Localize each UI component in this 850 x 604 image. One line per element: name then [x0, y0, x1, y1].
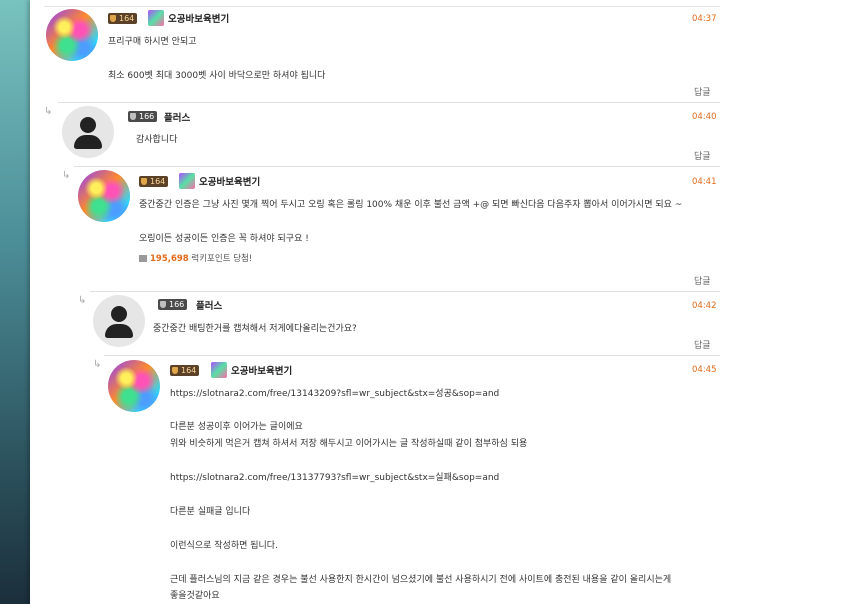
avatar[interactable] [93, 295, 145, 347]
mini-avatar-icon [179, 173, 195, 189]
comment-text-line: 다른분 성공이후 이어가는 글이에요 [170, 422, 303, 432]
author-name[interactable]: 오공바보육변기 [231, 363, 292, 377]
level-badge: 166 [158, 299, 188, 310]
reply-arrow-icon: ↳ [44, 106, 53, 117]
comment-text-line: 최소 600벳 최대 3000벳 사이 바닥으로만 하셔야 됩니다 [108, 71, 326, 81]
comment-text-line: 다른분 실패글 입니다 [170, 507, 251, 517]
level-badge: 166 [128, 111, 158, 122]
divider [58, 102, 720, 103]
timestamp: 04:45 [692, 365, 717, 375]
mini-avatar-icon [211, 362, 227, 378]
divider [90, 291, 720, 292]
user-silhouette-icon [74, 135, 102, 149]
author-name[interactable]: 플러스 [164, 110, 190, 124]
timestamp: 04:42 [692, 301, 717, 311]
author-name[interactable]: 플러스 [196, 298, 222, 312]
divider [44, 6, 720, 7]
comment-text-line: 중간중간 배팅한거를 캡쳐해서 저게에다올리는건가요? [153, 324, 357, 334]
reply-button[interactable]: 답글 [694, 274, 711, 287]
comment-text-line: 위와 비슷하게 먹은거 캡쳐 하셔서 저장 해두시고 이어가시는 글 작성하실때… [170, 439, 528, 449]
avatar[interactable] [62, 106, 114, 158]
comment-panel [30, 0, 850, 604]
level-badge: 164 [108, 13, 138, 24]
avatar[interactable] [108, 360, 160, 412]
comment-text-line: 이런식으로 작성하면 됩니다. [170, 541, 278, 551]
user-silhouette-icon [105, 324, 133, 338]
user-silhouette-icon [111, 306, 127, 322]
comment-link[interactable]: https://slotnara2.com/free/13137793?sfl=… [170, 470, 499, 483]
points-label: 럭키포인트 당첨! [191, 254, 253, 264]
user-silhouette-icon [80, 117, 96, 133]
timestamp: 04:40 [692, 112, 717, 122]
author-name[interactable]: 오공바보육변기 [168, 11, 229, 25]
comment-text-line: 오링이든 성공이든 인증은 꼭 하셔야 되구요 ! [139, 234, 309, 244]
author-name[interactable]: 오공바보육변기 [199, 174, 260, 188]
divider [74, 166, 720, 167]
comment-link[interactable]: https://slotnara2.com/free/13143209?sfl=… [170, 386, 499, 399]
reply-button[interactable]: 답글 [694, 85, 711, 98]
reply-arrow-icon: ↳ [62, 170, 71, 181]
level-badge: 164 [170, 365, 200, 376]
mini-avatar-icon [148, 10, 164, 26]
reply-arrow-icon: ↳ [78, 295, 87, 306]
level-badge: 164 [139, 176, 169, 187]
comment-text-line: 좋을것같아요 [170, 591, 220, 601]
reply-button[interactable]: 답글 [694, 338, 711, 351]
timestamp: 04:37 [692, 14, 717, 24]
comment-text-line: 감사합니다 [136, 135, 178, 145]
reply-arrow-icon: ↳ [93, 359, 102, 370]
avatar[interactable] [78, 170, 130, 222]
background-strip [0, 0, 30, 604]
comment-text-line: 중간중간 인증은 그냥 사진 몇개 찍어 두시고 오링 혹은 롤링 100% 채… [139, 200, 683, 210]
points-value: 195,698 [150, 254, 189, 264]
avatar[interactable] [46, 9, 98, 61]
comment-text-line: 근데 플러스님의 지금 같은 경우는 불선 사용한지 한시간이 넘으셨기에 불선… [170, 575, 672, 585]
timestamp: 04:41 [692, 177, 717, 187]
lucky-points: 195,698 럭키포인트 당첨! [139, 252, 252, 264]
gift-icon [139, 255, 147, 262]
divider [104, 355, 720, 356]
comment-text-line: 프리구매 하시면 안되고 [108, 37, 197, 47]
reply-button[interactable]: 답글 [694, 149, 711, 162]
